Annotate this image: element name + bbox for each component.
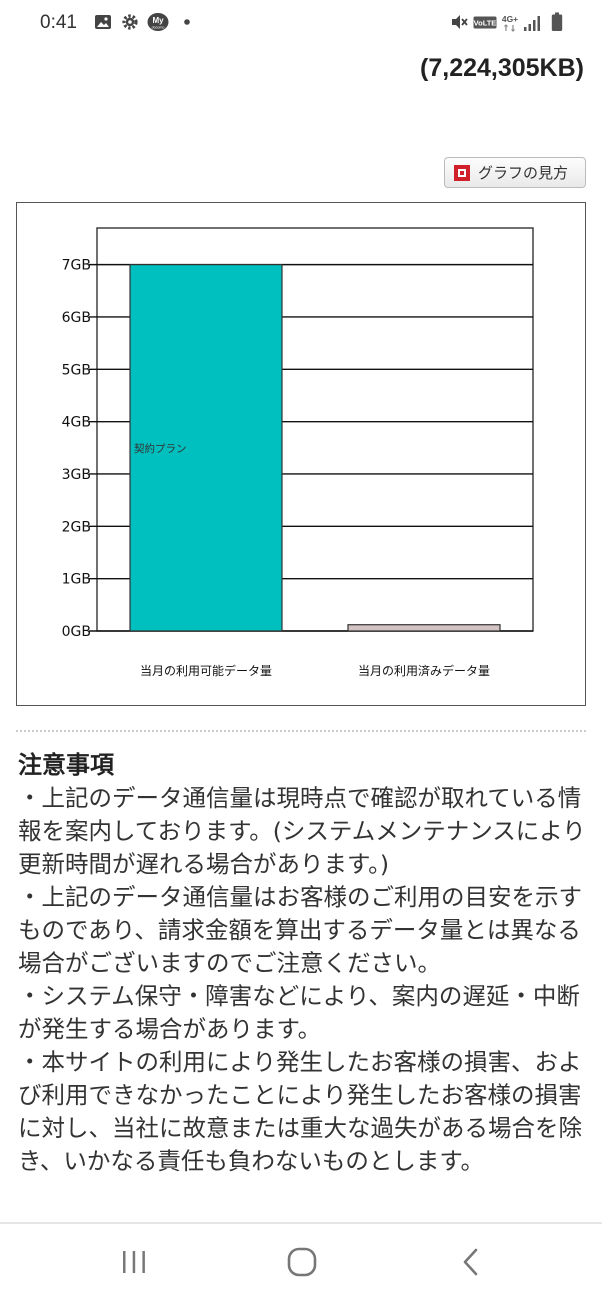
notes-title: 注意事項 (18, 751, 114, 779)
my-docomo-icon: My docomo (147, 13, 169, 31)
navigation-bar (0, 1222, 602, 1304)
y-tick-label: 7GB (62, 258, 91, 274)
status-time: 0:41 (40, 12, 77, 33)
home-icon (287, 1247, 317, 1277)
book-icon (454, 164, 470, 181)
bar-annotation: 契約プラン (134, 442, 187, 455)
dot-icon (184, 19, 190, 25)
y-tick-label: 1GB (62, 572, 91, 588)
data-usage-chart: 0GB 1GB 2GB 3GB 4GB 5GB 6GB 7GB 当月の利用可能データ量 契約プラン… (16, 202, 586, 706)
network-4g-icon: 4G+ (502, 14, 518, 32)
note-item: ・上記のデータ通信量はお客様のご利用の目安を示すものであり、請求金額を算出するデ… (18, 883, 582, 977)
signal-icon (524, 16, 540, 31)
note-item: ・システム保守・障害などにより、案内の遅延・中断が発生する場合があります。 (18, 982, 580, 1043)
recent-apps-button[interactable] (104, 1238, 164, 1286)
x-category-label: 当月の利用可能データ量 (140, 663, 272, 678)
back-button[interactable] (441, 1238, 501, 1286)
status-bar: 0:41 My docomo VoLTE 4G+ (0, 0, 602, 50)
graph-guide-label: グラフの見方 (478, 164, 569, 182)
notes-section: 注意事項 ・上記のデータ通信量は現時点で確認が取れている情報を案内しております。… (18, 748, 590, 1178)
x-category-label: 当月の利用済みデータ量 (358, 663, 490, 678)
y-tick-label: 6GB (62, 310, 91, 326)
back-icon (463, 1248, 478, 1276)
graph-guide-button[interactable]: グラフの見方 (444, 157, 586, 188)
volte-icon: VoLTE (473, 16, 497, 29)
battery-icon (551, 12, 563, 31)
recent-apps-icon (123, 1251, 145, 1273)
y-tick-label: 4GB (62, 415, 91, 431)
y-tick-label: 0GB (62, 624, 91, 640)
svg-text:docomo: docomo (152, 26, 165, 30)
svg-text:4G+: 4G+ (502, 14, 518, 24)
y-tick-label: 5GB (62, 362, 91, 378)
section-divider (16, 730, 586, 732)
bar (347, 624, 501, 632)
y-tick-label: 2GB (62, 519, 91, 535)
image-icon (95, 15, 111, 29)
mute-icon (452, 15, 468, 29)
svg-text:My: My (152, 16, 164, 25)
y-tick-label: 3GB (62, 467, 91, 483)
home-button[interactable] (272, 1238, 332, 1286)
svg-text:VoLTE: VoLTE (474, 18, 497, 27)
total-usage: (7,224,305KB) (420, 54, 584, 82)
note-item: ・本サイトの利用により発生したお客様の損害、および利用できなかったことにより発生… (18, 1048, 582, 1175)
note-item: ・上記のデータ通信量は現時点で確認が取れている情報を案内しております。(システム… (18, 784, 586, 878)
gear-icon (122, 14, 138, 30)
chart-svg: 0GB 1GB 2GB 3GB 4GB 5GB 6GB 7GB 当月の利用可能データ量 契約プラン… (62, 227, 534, 678)
